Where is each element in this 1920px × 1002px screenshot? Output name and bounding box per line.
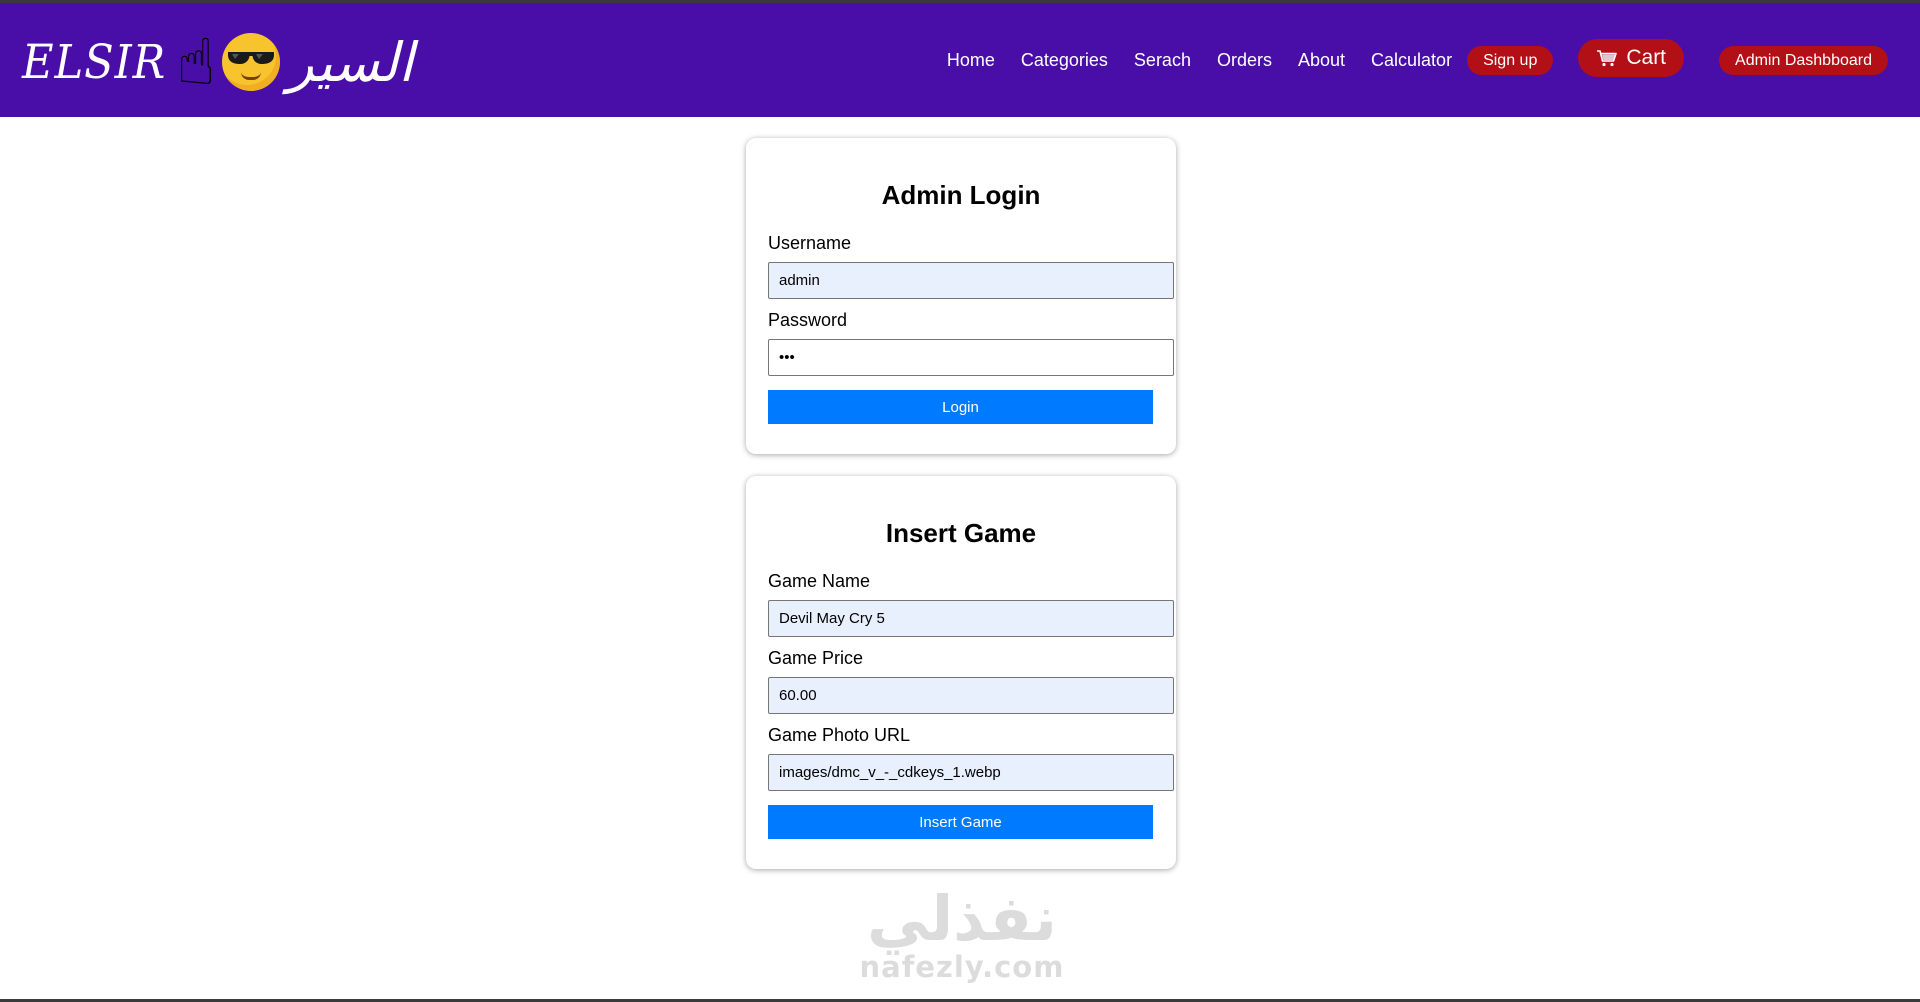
- admin-dashboard-button[interactable]: Admin Dashbboard: [1719, 45, 1888, 75]
- cart-label: Cart: [1626, 46, 1667, 69]
- main-content: Admin Login Username Password Login Inse…: [746, 138, 1176, 891]
- watermark-arabic: نفذلي: [867, 882, 1057, 955]
- nav-home[interactable]: Home: [947, 50, 995, 71]
- logo-latin-text: ELSIR: [22, 34, 167, 90]
- sunglasses-face-icon: [221, 33, 280, 91]
- watermark-latin: nafezly.com: [859, 950, 1065, 984]
- admin-login-title: Admin Login: [881, 180, 1041, 210]
- cart-button[interactable]: Cart: [1578, 39, 1685, 77]
- logo-arabic-text: السير: [287, 30, 414, 94]
- username-label: Username: [768, 233, 852, 253]
- nav-orders[interactable]: Orders: [1217, 50, 1272, 71]
- insert-game-title: Insert Game: [885, 518, 1037, 548]
- insert-game-button[interactable]: Insert Game: [768, 805, 1153, 839]
- pointing-up-icon: ☝: [176, 26, 216, 98]
- nav-categories[interactable]: Categories: [1021, 50, 1108, 71]
- game-price-label: Game Price: [768, 648, 864, 668]
- site-header: ELSIR ☝ السير Home Categories Serach Ord…: [0, 3, 1920, 117]
- game-price-input[interactable]: [768, 677, 1174, 714]
- signup-button[interactable]: Sign up: [1467, 45, 1554, 75]
- insert-game-card: Insert Game Game Name Game Price Game Ph…: [746, 476, 1176, 869]
- login-button[interactable]: Login: [768, 390, 1153, 424]
- game-photo-url-label: Game Photo URL: [768, 725, 911, 745]
- game-photo-url-input[interactable]: [768, 754, 1174, 791]
- main-nav: Home Categories Serach Orders About Calc…: [947, 39, 1888, 77]
- username-input[interactable]: [768, 262, 1174, 299]
- game-name-label: Game Name: [768, 571, 871, 591]
- admin-login-card: Admin Login Username Password Login: [746, 138, 1176, 454]
- cart-icon: [1597, 50, 1618, 67]
- game-name-input[interactable]: [768, 600, 1174, 637]
- nav-search[interactable]: Serach: [1134, 50, 1191, 71]
- password-input[interactable]: [768, 339, 1174, 376]
- nav-calculator[interactable]: Calculator: [1371, 50, 1452, 71]
- watermark: نفذلي nafezly.com: [855, 882, 1069, 985]
- site-logo[interactable]: ELSIR ☝ السير: [22, 17, 413, 107]
- password-label: Password: [768, 310, 848, 330]
- nav-about[interactable]: About: [1298, 50, 1345, 71]
